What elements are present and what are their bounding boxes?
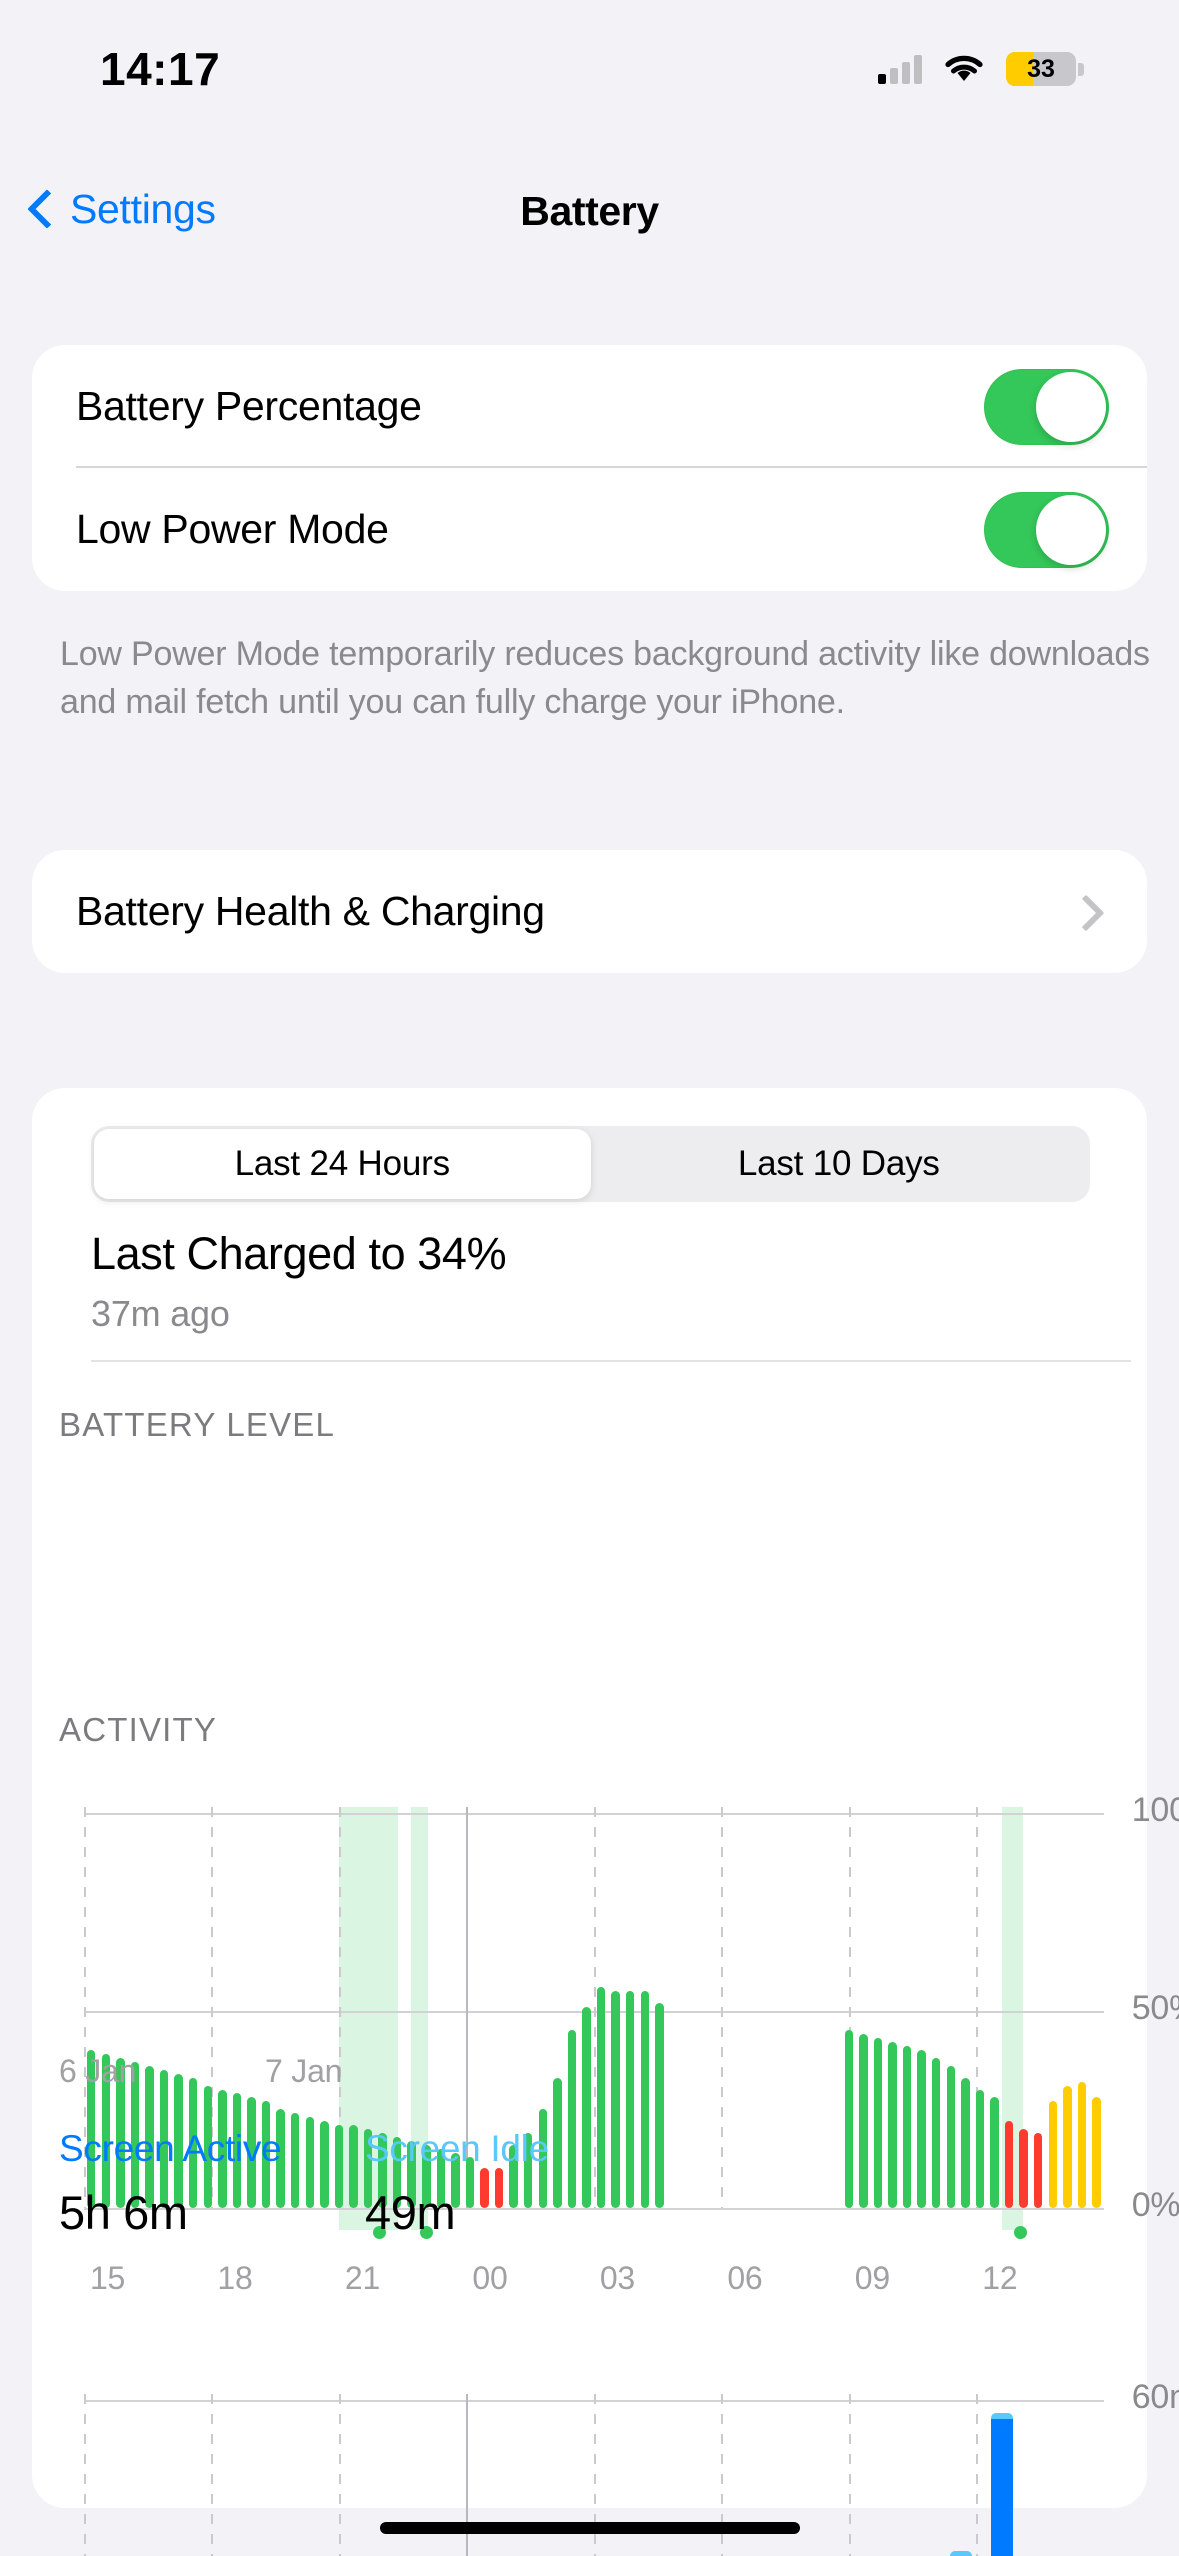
battery-level-bar [975, 2089, 985, 2208]
last-charged-subtitle: 37m ago [91, 1293, 230, 1334]
low-power-mode-toggle[interactable] [984, 491, 1109, 568]
battery-level-bar [494, 2168, 504, 2208]
legend-screen-idle-label: Screen Idle [365, 2128, 549, 2169]
battery-x-tick: 06 [727, 2259, 763, 2296]
last-charged-title: Last Charged to 34% [91, 1228, 507, 1279]
chevron-right-icon [1073, 892, 1095, 932]
battery-level-bar [888, 2042, 897, 2208]
battery-level-bar [655, 2002, 664, 2208]
battery-percent-text: 33 [1027, 54, 1055, 83]
toggles-card: Battery Percentage Low Power Mode [32, 345, 1147, 591]
battery-level-bar [917, 2050, 926, 2208]
battery-level-bar [349, 2125, 358, 2208]
activity-bar-screen-idle [949, 2551, 973, 2556]
battery-x-tick: 12 [982, 2259, 1018, 2296]
battery-level-bar [1092, 2097, 1101, 2208]
charging-marker-dot [1014, 2225, 1028, 2239]
activity-bar-screen-active [990, 2419, 1013, 2556]
battery-x-tick: 00 [472, 2259, 508, 2296]
battery-level-bar [1019, 2128, 1028, 2208]
row-battery-percentage[interactable]: Battery Percentage [32, 345, 1147, 468]
battery-level-bar [320, 2121, 329, 2208]
segment-last-10-days[interactable]: Last 10 Days [591, 1129, 1088, 1199]
battery-level-bar [1004, 2121, 1014, 2208]
battery-level-bar [873, 2038, 883, 2208]
time-range-segmented-control[interactable]: Last 24 Hours Last 10 Days [91, 1126, 1090, 1202]
battery-level-bar [1063, 2085, 1072, 2208]
battery-level-bar [931, 2057, 941, 2208]
battery-x-tick: 03 [599, 2259, 636, 2296]
battery-level-bar [305, 2117, 314, 2208]
activity-bar-screen-idle [990, 2412, 1013, 2420]
battery-level-bar [961, 2077, 970, 2208]
home-indicator [379, 2522, 800, 2534]
legend-screen-idle-value: 49m [365, 2186, 456, 2239]
cellular-bars-icon [878, 54, 922, 84]
legend-screen-active-value: 5h 6m [59, 2186, 188, 2239]
battery-level-bar [480, 2168, 489, 2208]
battery-level-bar [990, 2097, 999, 2208]
battery-usage-card: Last 24 Hours Last 10 Days Last Charged … [32, 1088, 1179, 2556]
battery-level-bar [946, 2065, 955, 2208]
battery-x-tick: 21 [344, 2259, 381, 2296]
legend-screen-active-label: Screen Active [59, 2128, 282, 2169]
battery-level-bar [902, 2046, 912, 2208]
battery-level-bar [334, 2125, 344, 2208]
battery-percentage-toggle[interactable] [984, 368, 1109, 445]
low-power-mode-footnote: Low Power Mode temporarily reduces backg… [60, 635, 1150, 721]
battery-low-power-icon: 33 [1006, 52, 1076, 86]
page-title: Battery [520, 188, 659, 234]
battery-y-tick: 100% [1131, 1791, 1179, 1830]
battery-level-bar [844, 2030, 853, 2208]
section-divider [91, 1360, 1131, 1362]
activity-chart-title: ACTIVITY [59, 1711, 218, 1748]
battery-level-bar [640, 1990, 650, 2208]
battery-level-bar [567, 2030, 577, 2208]
segment-last-24-hours[interactable]: Last 24 Hours [94, 1129, 591, 1199]
battery-y-tick: 0% [1131, 2185, 1179, 2224]
battery-cap [1078, 62, 1084, 76]
battery-level-bar [582, 2006, 591, 2208]
battery-x-tick: 09 [854, 2259, 890, 2296]
battery-health-card[interactable]: Battery Health & Charging [32, 850, 1147, 973]
battery-percentage-label: Battery Percentage [76, 383, 422, 429]
status-bar: 14:17 33 [0, 0, 1179, 120]
battery-health-label: Battery Health & Charging [76, 888, 545, 934]
battery-level-bar [611, 1990, 620, 2208]
battery-level-bar [859, 2034, 868, 2208]
wifi-icon [944, 54, 984, 84]
battery-level-bar [1033, 2132, 1043, 2208]
status-bar-indicators: 33 [878, 52, 1084, 86]
battery-settings-screen: 14:17 33 Settings Battery Battery Percen [0, 0, 1179, 2556]
day-label-2: 7 Jan [265, 2053, 343, 2089]
battery-x-tick: 18 [217, 2259, 253, 2296]
navigation-bar: Settings Battery [0, 168, 1179, 268]
low-power-mode-label: Low Power Mode [76, 506, 389, 552]
battery-y-tick: 50% [1131, 1988, 1179, 2027]
battery-level-bar [1048, 2101, 1057, 2208]
battery-level-bar [290, 2113, 300, 2208]
battery-level-bar [626, 1990, 635, 2208]
battery-level-bar [596, 1986, 606, 2208]
day-label-1: 6 Jan [59, 2053, 137, 2089]
activity-y-tick: 60m [1131, 2378, 1179, 2417]
status-bar-time: 14:17 [100, 43, 221, 95]
battery-x-tick: 15 [89, 2259, 126, 2296]
row-low-power-mode[interactable]: Low Power Mode [32, 468, 1147, 591]
battery-level-bar [1077, 2081, 1087, 2208]
battery-level-bar [553, 2077, 562, 2208]
battery-level-chart-title: BATTERY LEVEL [59, 1406, 336, 1443]
row-battery-health[interactable]: Battery Health & Charging [32, 850, 1147, 973]
